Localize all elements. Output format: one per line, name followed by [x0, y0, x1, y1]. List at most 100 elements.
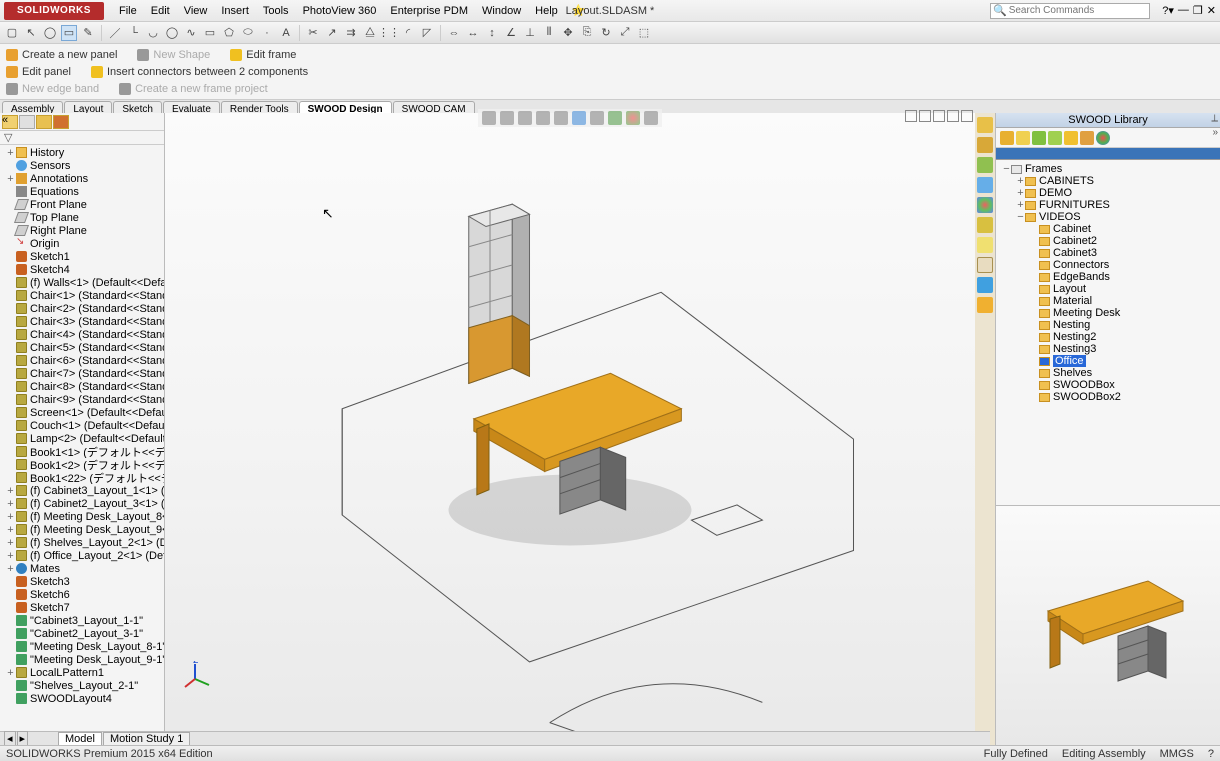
lib-icon-1[interactable] [1000, 131, 1014, 145]
bottom-tab-nav2-icon[interactable]: ▸ [17, 731, 29, 746]
tree-node[interactable]: Chair<9> (Standard<<Standard [0, 393, 164, 406]
tree-node[interactable]: "Meeting Desk_Layout_9-1" [0, 653, 164, 666]
tree-node[interactable]: Chair<4> (Standard<<Standard [0, 328, 164, 341]
tool-relation[interactable]: ⊥ [522, 25, 538, 41]
library-pin-icon[interactable]: ⟂ [1211, 113, 1218, 124]
tree-node[interactable]: Chair<3> (Standard<<Standard [0, 315, 164, 328]
taskpane-swood-d-icon[interactable] [977, 297, 993, 313]
library-tree[interactable]: −Frames+CABINETS+DEMO+FURNITURES−VIDEOSC… [996, 160, 1220, 505]
lib-icon-6[interactable] [1080, 131, 1094, 145]
status-help-icon[interactable]: ? [1208, 748, 1214, 760]
lib-node-shelves[interactable]: Shelves [998, 367, 1218, 379]
tree-node[interactable]: +(f) Cabinet2_Layout_3<1> (Defau [0, 497, 164, 510]
tree-node[interactable]: Right Plane [0, 224, 164, 237]
menu-file[interactable]: File [112, 5, 144, 17]
tool-angle[interactable]: ∠ [503, 25, 519, 41]
lib-node-meeting-desk[interactable]: Meeting Desk [998, 307, 1218, 319]
help-icon[interactable]: ?▾ [1162, 4, 1174, 17]
tree-node[interactable]: Sketch7 [0, 601, 164, 614]
cmd-create-a-new-panel[interactable]: Create a new panel [6, 49, 117, 61]
tree-node[interactable]: "Cabinet3_Layout_1-1" [0, 614, 164, 627]
cmd-insert-connectors-between-2-components[interactable]: Insert connectors between 2 components [91, 66, 308, 78]
tool-line[interactable]: ／ [107, 25, 123, 41]
bottom-tab-motion-study-1[interactable]: Motion Study 1 [103, 732, 190, 746]
graphics-viewport[interactable]: ↖ [165, 113, 975, 745]
tool-scale[interactable]: ⤢ [617, 25, 633, 41]
expand-icon[interactable]: + [6, 147, 15, 159]
tool-move[interactable]: ✥ [560, 25, 576, 41]
lib-icon-3[interactable] [1032, 131, 1046, 145]
taskpane-design-icon[interactable] [977, 157, 993, 173]
menu-edit[interactable]: Edit [144, 5, 177, 17]
tree-node[interactable]: Equations [0, 185, 164, 198]
feature-filter[interactable]: ▽ [0, 131, 164, 145]
lib-node-edgebands[interactable]: EdgeBands [998, 271, 1218, 283]
expand-icon[interactable]: + [1016, 199, 1025, 211]
tool-dim[interactable]: ⇔ [446, 25, 462, 41]
taskpane-swood-b-icon[interactable] [977, 257, 993, 273]
view-orient-icon[interactable] [554, 111, 568, 125]
expand-icon[interactable]: + [6, 550, 15, 562]
tree-node[interactable]: +(f) Meeting Desk_Layout_9<1> (D [0, 523, 164, 536]
tool-mirror[interactable]: ⧋ [362, 25, 378, 41]
lib-node-swoodbox[interactable]: SWOODBox [998, 379, 1218, 391]
lib-node-connectors[interactable]: Connectors [998, 259, 1218, 271]
taskpane-custom-icon[interactable] [977, 217, 993, 233]
feature-tree[interactable]: +HistorySensors+AnnotationsEquationsFron… [0, 145, 164, 731]
tree-node[interactable]: Chair<8> (Standard<<Standard [0, 380, 164, 393]
lib-node-videos[interactable]: −VIDEOS [998, 211, 1218, 223]
tool-spline[interactable]: ∿ [183, 25, 199, 41]
tool-copy[interactable]: ⎘ [579, 25, 595, 41]
tree-node[interactable]: Sketch6 [0, 588, 164, 601]
tree-node[interactable]: (f) Walls<1> (Default<<Default [0, 276, 164, 289]
expand-icon[interactable]: + [6, 485, 15, 497]
menu-window[interactable]: Window [475, 5, 528, 17]
lib-node-nesting3[interactable]: Nesting3 [998, 343, 1218, 355]
tree-node[interactable]: +(f) Shelves_Layout_2<1> (Defaul [0, 536, 164, 549]
expand-icon[interactable]: + [1016, 187, 1025, 199]
lib-node-cabinet2[interactable]: Cabinet2 [998, 235, 1218, 247]
tree-node[interactable]: Sketch1 [0, 250, 164, 263]
lib-node-material[interactable]: Material [998, 295, 1218, 307]
display-style-icon[interactable] [572, 111, 586, 125]
expand-icon[interactable]: + [6, 667, 15, 679]
tool-new[interactable]: ▢ [4, 25, 20, 41]
tree-node[interactable]: +(f) Office_Layout_2<1> (Default- [0, 549, 164, 562]
cmd-edit-panel[interactable]: Edit panel [6, 66, 71, 78]
scene-icon[interactable] [608, 111, 622, 125]
taskpane-home-icon[interactable] [977, 117, 993, 133]
tree-node[interactable]: SWOODLayout4 [0, 692, 164, 705]
taskpane-resources-icon[interactable] [977, 137, 993, 153]
minimize-icon[interactable]: — [1178, 4, 1189, 17]
tree-node[interactable]: Chair<1> (Standard<<Standard [0, 289, 164, 302]
tool-text[interactable]: A [278, 25, 294, 41]
tool-select[interactable]: ↖ [23, 25, 39, 41]
library-filter-bar[interactable] [996, 148, 1220, 160]
prev-view-icon[interactable] [518, 111, 532, 125]
tree-node[interactable]: Chair<7> (Standard<<Standard [0, 367, 164, 380]
tree-node[interactable]: Lamp<2> (Default<<Default>_D [0, 432, 164, 445]
lib-node-nesting[interactable]: Nesting [998, 319, 1218, 331]
lib-node-office[interactable]: Office [998, 355, 1218, 367]
tree-node[interactable]: Sensors [0, 159, 164, 172]
lib-node-frames[interactable]: −Frames [998, 163, 1218, 175]
panel-collapse-icon[interactable]: » [1212, 127, 1218, 138]
taskpane-swood-a-icon[interactable] [977, 237, 993, 253]
tree-node[interactable]: "Shelves_Layout_2-1" [0, 679, 164, 692]
lib-node-layout[interactable]: Layout [998, 283, 1218, 295]
tree-node[interactable]: Chair<6> (Standard<<Standard [0, 354, 164, 367]
bottom-tab-model[interactable]: Model [58, 732, 102, 746]
expand-icon[interactable]: + [6, 563, 15, 575]
tree-node[interactable]: +History [0, 146, 164, 159]
lib-node-cabinet[interactable]: Cabinet [998, 223, 1218, 235]
taskpane-appearance-icon[interactable] [977, 197, 993, 213]
expand-icon[interactable]: + [6, 173, 15, 185]
menu-help[interactable]: Help [528, 5, 565, 17]
tool-offset[interactable]: ⇉ [343, 25, 359, 41]
tool-paint[interactable]: ✎ [80, 25, 96, 41]
viewport-max-icon[interactable] [947, 110, 959, 122]
tool-box[interactable]: ▭ [61, 25, 77, 41]
tool-arc[interactable]: ◡ [145, 25, 161, 41]
tree-node[interactable]: +(f) Cabinet3_Layout_1<1> (Defau [0, 484, 164, 497]
fm-tab-property[interactable] [19, 115, 35, 129]
